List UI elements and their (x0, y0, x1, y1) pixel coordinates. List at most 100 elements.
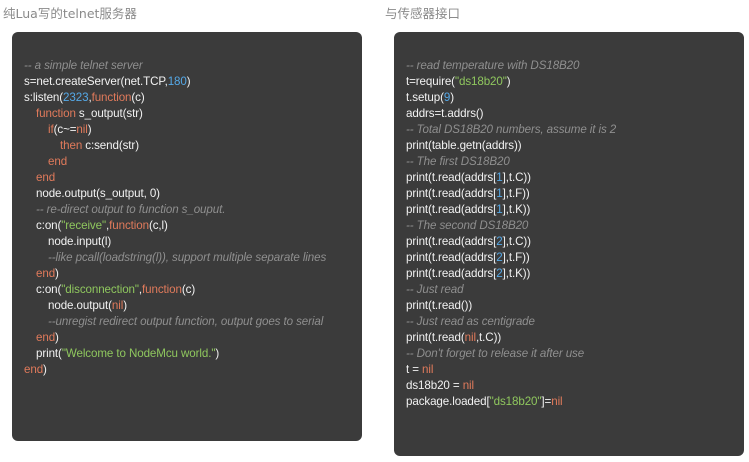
code-token: function (36, 107, 76, 120)
code-token: ) (450, 91, 454, 104)
code-token: -- Just read as centigrade (406, 315, 535, 328)
code-token: package.loaded[ (406, 395, 490, 408)
code-token: node.input(l) (48, 235, 112, 248)
right-section-title: 与传感器接口 (385, 6, 461, 21)
code-token: end (36, 267, 56, 280)
code-token: ds18b20 = (406, 379, 463, 392)
code-token: print(t.read(addrs[ (406, 267, 497, 280)
code-line: ds18b20 = nil (406, 378, 734, 394)
code-token: nil (464, 331, 476, 344)
code-line: end (24, 170, 352, 186)
code-line: -- Don't forget to release it after use (406, 346, 734, 362)
code-token: ],t.K)) (502, 267, 531, 280)
code-token: ],t.C)) (502, 171, 531, 184)
code-line: -- a simple telnet server (24, 58, 352, 74)
code-token: nil (76, 123, 88, 136)
code-token: -- re-direct output to function s_ouput. (36, 203, 226, 216)
code-token: node.output( (48, 299, 112, 312)
code-line: node.input(l) (24, 234, 352, 250)
code-line: -- The first DS18B20 (406, 154, 734, 170)
code-line: end) (24, 362, 352, 378)
code-line: --like pcall(loadstring(l)), support mul… (24, 250, 352, 266)
code-line: end (24, 154, 352, 170)
code-token: nil (551, 395, 563, 408)
code-token: print(t.read(addrs[ (406, 251, 497, 264)
code-token: "ds18b20" (489, 395, 542, 408)
code-token: ,t.C)) (475, 331, 502, 344)
code-token: ],t.F)) (502, 187, 530, 200)
code-line: print(t.read(addrs[1],t.C)) (406, 170, 734, 186)
code-line: print(table.getn(addrs)) (406, 138, 734, 154)
code-line: print(t.read(addrs[1],t.F)) (406, 186, 734, 202)
code-line: -- The second DS18B20 (406, 218, 734, 234)
code-line: addrs=t.addrs() (406, 106, 734, 122)
code-token: then (60, 139, 83, 152)
code-token: -- Don't forget to release it after use (406, 347, 585, 360)
code-token: addrs=t.addrs() (406, 107, 484, 120)
code-line: print(t.read()) (406, 298, 734, 314)
code-token: t=require( (406, 75, 455, 88)
code-token: ],t.F)) (502, 251, 530, 264)
code-line: -- read temperature with DS18B20 (406, 58, 734, 74)
code-line: t = nil (406, 362, 734, 378)
code-line: t.setup(9) (406, 90, 734, 106)
code-token: ) (215, 347, 220, 360)
code-token: ) (87, 123, 92, 136)
code-token: c:send(str) (82, 139, 139, 152)
code-line: node.output(s_output, 0) (24, 186, 352, 202)
code-line: t=require("ds18b20") (406, 74, 734, 90)
code-line: then c:send(str) (24, 138, 352, 154)
code-token: end (24, 363, 44, 376)
code-token: 2323 (63, 91, 89, 104)
code-line: print(t.read(nil,t.C)) (406, 330, 734, 346)
code-token: ) (43, 363, 47, 376)
code-line: s:listen(2323,function(c) (24, 90, 352, 106)
code-token: ],t.K)) (502, 203, 531, 216)
code-token: function (142, 283, 182, 296)
code-line: -- Total DS18B20 numbers, assume it is 2 (406, 122, 734, 138)
code-line: -- re-direct output to function s_ouput. (24, 202, 352, 218)
code-token: c:on( (36, 219, 62, 232)
code-token: ) (506, 75, 511, 88)
code-line: function s_output(str) (24, 106, 352, 122)
code-token: "receive" (61, 219, 106, 232)
code-token: -- Just read (406, 283, 464, 296)
code-token: print(t.read()) (406, 299, 473, 312)
code-token: "ds18b20" (454, 75, 507, 88)
code-token: -- The first DS18B20 (406, 155, 510, 168)
code-token: c:on( (36, 283, 62, 296)
code-token: print(t.read(addrs[ (406, 203, 497, 216)
code-line: if(c~=nil) (24, 122, 352, 138)
code-line: -- Just read as centigrade (406, 314, 734, 330)
left-section-title: 纯Lua写的telnet服务器 (3, 6, 137, 21)
code-token: print(t.read(addrs[ (406, 171, 497, 184)
code-token: nil (422, 363, 434, 376)
code-token: -- read temperature with DS18B20 (406, 59, 580, 72)
code-token: node.output(s_output, 0) (36, 187, 160, 200)
code-token: s:listen( (24, 91, 64, 104)
code-token: print(t.read(addrs[ (406, 235, 497, 248)
code-line: print(t.read(addrs[2],t.K)) (406, 266, 734, 282)
code-line: --unregist redirect output function, out… (24, 314, 352, 330)
code-token: s=net.createServer(net.TCP, (24, 75, 168, 88)
code-line: package.loaded["ds18b20"]=nil (406, 394, 734, 410)
code-token: end (36, 331, 56, 344)
code-token: function (109, 219, 149, 232)
code-token: print(table.getn(addrs)) (406, 139, 522, 152)
code-token: end (36, 171, 56, 184)
code-line: end) (24, 330, 352, 346)
code-line: s=net.createServer(net.TCP,180) (24, 74, 352, 90)
code-token: ) (186, 75, 191, 88)
code-token: --unregist redirect output function, out… (48, 315, 324, 328)
code-token: print(t.read( (406, 331, 465, 344)
code-token: ) (123, 299, 127, 312)
code-line: -- Just read (406, 282, 734, 298)
code-token: (c,l) (148, 219, 168, 232)
code-line: end) (24, 266, 352, 282)
code-line: print(t.read(addrs[2],t.C)) (406, 234, 734, 250)
code-token: "disconnection" (61, 283, 139, 296)
code-token: nil (462, 379, 475, 392)
code-token: ) (55, 267, 59, 280)
code-token: -- Total DS18B20 numbers, assume it is 2 (406, 123, 617, 136)
code-line: c:on("disconnection",function(c) (24, 282, 352, 298)
